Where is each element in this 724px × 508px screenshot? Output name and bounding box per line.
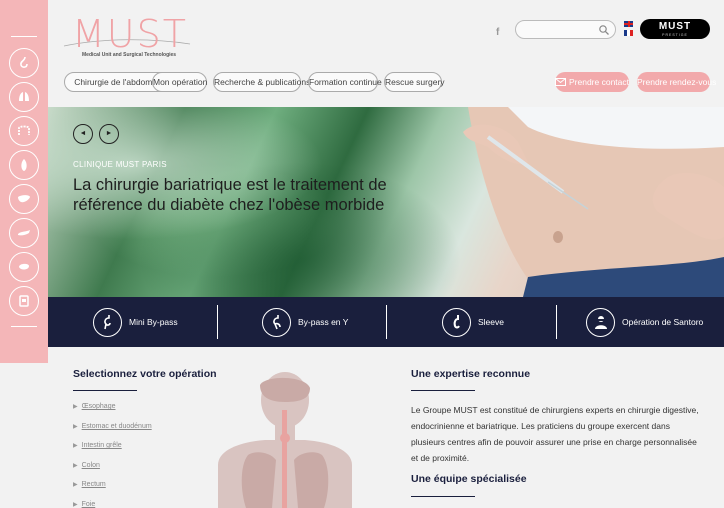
mini-bypass-icon — [93, 307, 122, 337]
expertise-text: Le Groupe MUST est constitué de chirurgi… — [411, 405, 699, 463]
section-rule — [73, 390, 137, 391]
strip-label: Sleeve — [478, 317, 504, 327]
bypass-y-icon — [262, 307, 291, 337]
operations-strip: Mini By-pass By-pass en Y Sleeve Opérati… — [48, 297, 724, 347]
sleeve-icon — [442, 307, 471, 337]
must-button-tagline: PRESTIGE — [662, 33, 688, 37]
strip-label: Mini By-pass — [129, 317, 178, 327]
sidebar — [0, 0, 48, 363]
section-rule — [411, 390, 475, 391]
hero-kicker: CLINIQUE MUST PARIS — [73, 160, 167, 169]
sidebar-divider — [11, 36, 37, 37]
operation-item[interactable]: ▶ Œsophage — [73, 401, 152, 421]
search-icon[interactable] — [598, 24, 610, 36]
triangle-icon: ▶ — [73, 443, 78, 449]
thyroid-icon[interactable] — [9, 286, 39, 316]
appointment-button[interactable]: Prendre rendez-vous — [637, 72, 716, 92]
operation-item-label: Estomac et duodénum — [81, 422, 152, 430]
surgeon-icon — [586, 307, 615, 337]
gallbladder-icon[interactable] — [9, 150, 39, 180]
slider-next-button[interactable]: ► — [99, 124, 119, 144]
hero-banner: ◄ ► CLINIQUE MUST PARIS La chirurgie bar… — [48, 107, 724, 297]
strip-mini-bypass[interactable]: Mini By-pass — [93, 307, 178, 337]
expertise-title: Une expertise reconnue — [411, 368, 531, 380]
slider-prev-button[interactable]: ◄ — [73, 124, 93, 144]
liver-icon[interactable] — [9, 184, 39, 214]
envelope-icon — [555, 78, 566, 86]
triangle-icon: ▶ — [73, 404, 78, 410]
logo[interactable]: MUST Medical Unit and Surgical Technolog… — [62, 14, 197, 62]
contact-button-label: Prendre contact — [569, 77, 630, 87]
operation-list: ▶ Œsophage ▶ Estomac et duodénum ▶ Intestin… — [73, 401, 152, 508]
sidebar-divider — [11, 326, 37, 327]
operation-item[interactable]: ▶ Foie — [73, 499, 152, 508]
esophagus-icon[interactable] — [9, 48, 39, 78]
logo-subtitle: Medical Unit and Surgical Technologies — [82, 52, 177, 58]
operation-item[interactable]: ▶ Intestin grêle — [73, 440, 152, 460]
must-prestige-button[interactable]: MUST PRESTIGE — [640, 19, 710, 39]
strip-divider — [386, 305, 387, 339]
triangle-icon: ▶ — [73, 501, 78, 508]
nav-rescue-surgery[interactable]: Rescue surgery — [384, 72, 445, 92]
operation-item-label: Œsophage — [81, 403, 116, 410]
operation-item-label: Foie — [81, 500, 96, 508]
strip-label: By-pass en Y — [298, 317, 349, 327]
operation-item[interactable]: ▶ Estomac et duodénum — [73, 421, 152, 441]
operation-item[interactable]: ▶ Rectum — [73, 479, 152, 499]
logo-wordmark: MUST — [72, 12, 188, 56]
strip-divider — [217, 305, 218, 339]
triangle-icon: ▶ — [73, 423, 78, 430]
nav-research-publications[interactable]: Recherche & publications — [213, 72, 310, 92]
strip-label: Opération de Santoro — [622, 317, 704, 327]
contact-button[interactable]: Prendre contact — [555, 72, 629, 92]
strip-santoro[interactable]: Opération de Santoro — [586, 307, 703, 337]
english-flag-icon[interactable] — [624, 21, 633, 27]
search-input[interactable] — [515, 20, 616, 39]
strip-sleeve[interactable]: Sleeve — [442, 307, 504, 337]
page: MUST Medical Unit and Surgical Technolog… — [0, 0, 724, 508]
colon-icon[interactable] — [9, 116, 39, 146]
lungs-icon[interactable] — [9, 82, 39, 112]
must-button-title: MUST — [658, 21, 692, 32]
nav-my-operation[interactable]: Mon opération — [152, 72, 207, 92]
operation-item-label: Rectum — [81, 481, 106, 488]
strip-bypass-y[interactable]: By-pass en Y — [262, 307, 348, 337]
hero-title: La chirurgie bariatrique est le traiteme… — [73, 176, 387, 214]
triangle-icon: ▶ — [73, 462, 78, 469]
french-flag-icon[interactable] — [624, 30, 633, 36]
nav-continuing-education[interactable]: Formation continue — [308, 72, 382, 92]
spleen-icon[interactable] — [9, 252, 39, 282]
operation-item-label: Intestin grêle — [81, 442, 122, 449]
language-switch — [624, 21, 633, 39]
anatomy-figure — [218, 372, 352, 508]
facebook-icon[interactable]: f — [496, 27, 499, 38]
operation-item[interactable]: ▶ Colon — [73, 460, 152, 480]
triangle-icon: ▶ — [73, 482, 78, 488]
select-operation-title: Selectionnez votre opération — [73, 368, 217, 380]
hero-photo — [463, 107, 724, 297]
pancreas-icon[interactable] — [9, 218, 39, 248]
operation-item-label: Colon — [81, 461, 100, 469]
strip-divider — [556, 305, 557, 339]
team-title: Une équipe spécialisée — [411, 473, 527, 485]
section-rule — [411, 496, 475, 497]
